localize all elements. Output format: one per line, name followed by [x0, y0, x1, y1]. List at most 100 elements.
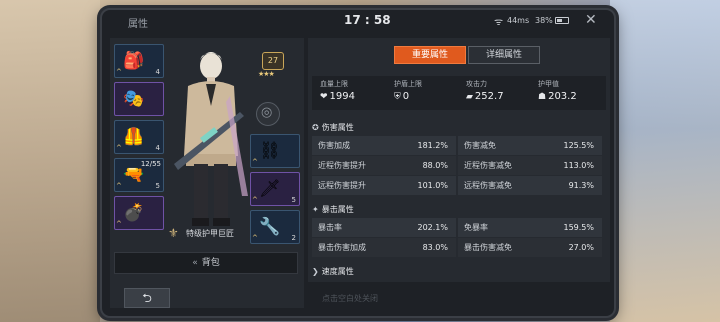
section-title: 伤害属性: [321, 123, 354, 132]
character-model: [174, 52, 248, 226]
stat-label: 血量上限: [320, 80, 348, 88]
stat-value: 125.5%: [563, 141, 594, 150]
equip-slot-melee[interactable]: 🗡 ^ 5: [250, 172, 300, 206]
equipment-panel: 🎒 ^ 4 🎭 🦺 ^ 4 🔫 12/55 ^ 5 💣 ^ ◎ ⛓ ^ 🗡 ^ …: [110, 38, 304, 308]
stat-key: 暴击率: [318, 223, 342, 232]
stat-cell: 近程伤害减免 113.0%: [458, 156, 602, 175]
status-bar: 属性 17 : 58 ᯤ 44ms 38% ✕: [102, 10, 614, 32]
title-text: 特级护甲巨匠: [186, 229, 234, 238]
close-hint: 点击空白处关闭: [322, 294, 378, 303]
stat-key: 伤害加成: [318, 141, 350, 150]
gun-icon: ▰: [466, 92, 473, 102]
stat-value: 0: [402, 91, 410, 102]
network-latency: 44ms: [507, 16, 530, 25]
back-arrow-icon: ⮌: [142, 291, 152, 305]
stat-key: 暴击伤害减免: [464, 243, 512, 252]
close-icon[interactable]: ✕: [585, 12, 597, 28]
stat-value: 27.0%: [568, 243, 594, 252]
stat-row: 伤害加成 181.2% 伤害减免 125.5%: [312, 136, 606, 155]
stat-key: 免暴率: [464, 223, 488, 232]
panel-title: 属性: [128, 19, 148, 30]
player-title: ⚜ 特级护甲巨匠: [168, 226, 258, 242]
equip-slot-weapon[interactable]: 🔫 12/55 ^ 5: [114, 158, 164, 192]
equip-slot-grenade[interactable]: 💣 ^: [114, 196, 164, 230]
stat-label: 护盾上限: [394, 80, 422, 88]
stat-cell: 免暴率 159.5%: [458, 218, 602, 237]
stat-cell: 近程伤害提升 88.0%: [312, 156, 456, 175]
backpack-icon: 🎒: [123, 51, 145, 71]
rank-chevron-icon: ^: [116, 68, 122, 76]
stat-cell: 伤害减免 125.5%: [458, 136, 602, 155]
tab-detail-attributes[interactable]: 详细属性: [468, 46, 540, 64]
slot-level: 2: [291, 234, 296, 242]
stat-label: 护甲值: [538, 80, 559, 88]
wifi-icon: ᯤ: [494, 17, 504, 28]
equip-slot-backpack[interactable]: 🎒 ^ 4: [114, 44, 164, 78]
stat-cell: 伤害加成 181.2%: [312, 136, 456, 155]
rifle-icon: 🔫: [123, 165, 145, 185]
section-speed[interactable]: ❯ 速度属性: [312, 266, 606, 280]
section-title: 速度属性: [321, 267, 354, 276]
stat-cell: 远程伤害提升 101.0%: [312, 176, 456, 195]
armor-value-icon: ☗: [538, 92, 547, 102]
section-title: 暴击属性: [321, 205, 354, 214]
crit-icon: ✦: [312, 205, 319, 214]
chevron-left-icon: «: [192, 258, 198, 268]
stat-value: 101.0%: [417, 181, 448, 190]
stat-hp: 血量上限 ❤ 1994: [320, 79, 392, 102]
slot-level: 4: [155, 68, 160, 76]
tablet-frame: 属性 17 : 58 ᯤ 44ms 38% ✕ 🎒 ^ 4 🎭 🦺 ^ 4 🔫 …: [100, 8, 616, 318]
rank-chevron-icon: ^: [252, 158, 258, 166]
equip-slot-mask[interactable]: 🎭: [114, 82, 164, 116]
footer-bar: ⮌ 点击空白处关闭: [110, 286, 610, 310]
slot-level: 4: [155, 144, 160, 152]
blade-icon: 🗡: [259, 179, 281, 199]
stat-armor: 护甲值 ☗ 203.2: [538, 79, 610, 102]
stat-cell: 远程伤害减免 91.3%: [458, 176, 602, 195]
rank-chevron-icon: ^: [116, 220, 122, 228]
stat-value: 252.7: [474, 91, 504, 102]
equip-slot-bracer[interactable]: ⛓ ^: [250, 134, 300, 168]
armor-icon: 🦺: [123, 127, 145, 147]
damage-icon: ✪: [312, 123, 319, 132]
tool-icon: 🔧: [259, 217, 281, 237]
stat-row: 暴击伤害加成 83.0% 暴击伤害减免 27.0%: [312, 238, 606, 257]
stat-row: 远程伤害提升 101.0% 远程伤害减免 91.3%: [312, 176, 606, 195]
stat-value: 83.0%: [422, 243, 448, 252]
stat-label: 攻击力: [466, 80, 487, 88]
stat-row: 近程伤害提升 88.0% 近程伤害减免 113.0%: [312, 156, 606, 175]
stat-value: 203.2: [548, 91, 577, 102]
section-crit: ✦ 暴击属性: [312, 204, 606, 218]
stat-row: 暴击率 202.1% 免暴率 159.5%: [312, 218, 606, 237]
stat-key: 近程伤害减免: [464, 161, 512, 170]
ammo-count: 12/55: [140, 160, 161, 168]
stat-value: 202.1%: [417, 223, 448, 232]
stat-cell: 暴击率 202.1%: [312, 218, 456, 237]
stat-shield: 护盾上限 ⛨ 0: [394, 79, 466, 102]
equip-slot-armor[interactable]: 🦺 ^ 4: [114, 120, 164, 154]
stat-key: 远程伤害提升: [318, 181, 366, 190]
section-damage: ✪ 伤害属性: [312, 122, 606, 136]
stat-value: 91.3%: [568, 181, 594, 190]
rank-badge: 27 ★★★: [258, 52, 290, 80]
chevron-right-icon: ❯: [312, 267, 319, 276]
stat-cell: 暴击伤害加成 83.0%: [312, 238, 456, 257]
core-stats: 血量上限 ❤ 1994 护盾上限 ⛨ 0 攻击力 ▰ 252.7 护甲值 ☗ 203.2: [312, 76, 606, 110]
shield-icon: ⛨: [394, 92, 401, 102]
stat-key: 近程伤害提升: [318, 161, 366, 170]
slot-level: 5: [291, 196, 296, 204]
tab-main-attributes[interactable]: 重要属性: [394, 46, 466, 64]
backpack-button[interactable]: «背包: [114, 252, 298, 274]
equip-slot-ring[interactable]: ◎: [256, 102, 280, 126]
clock: 17 : 58: [344, 13, 391, 27]
player-level: 27: [262, 52, 284, 70]
battery-icon: [555, 17, 569, 24]
title-emblem-icon: ⚜: [168, 226, 179, 240]
grenade-icon: 💣: [123, 203, 145, 223]
back-button[interactable]: ⮌: [124, 288, 170, 308]
stat-key: 远程伤害减免: [464, 181, 512, 190]
stat-value: 159.5%: [563, 223, 594, 232]
stat-value: 1994: [329, 91, 355, 102]
stat-value: 113.0%: [563, 161, 594, 170]
rank-chevron-icon: ^: [116, 144, 122, 152]
